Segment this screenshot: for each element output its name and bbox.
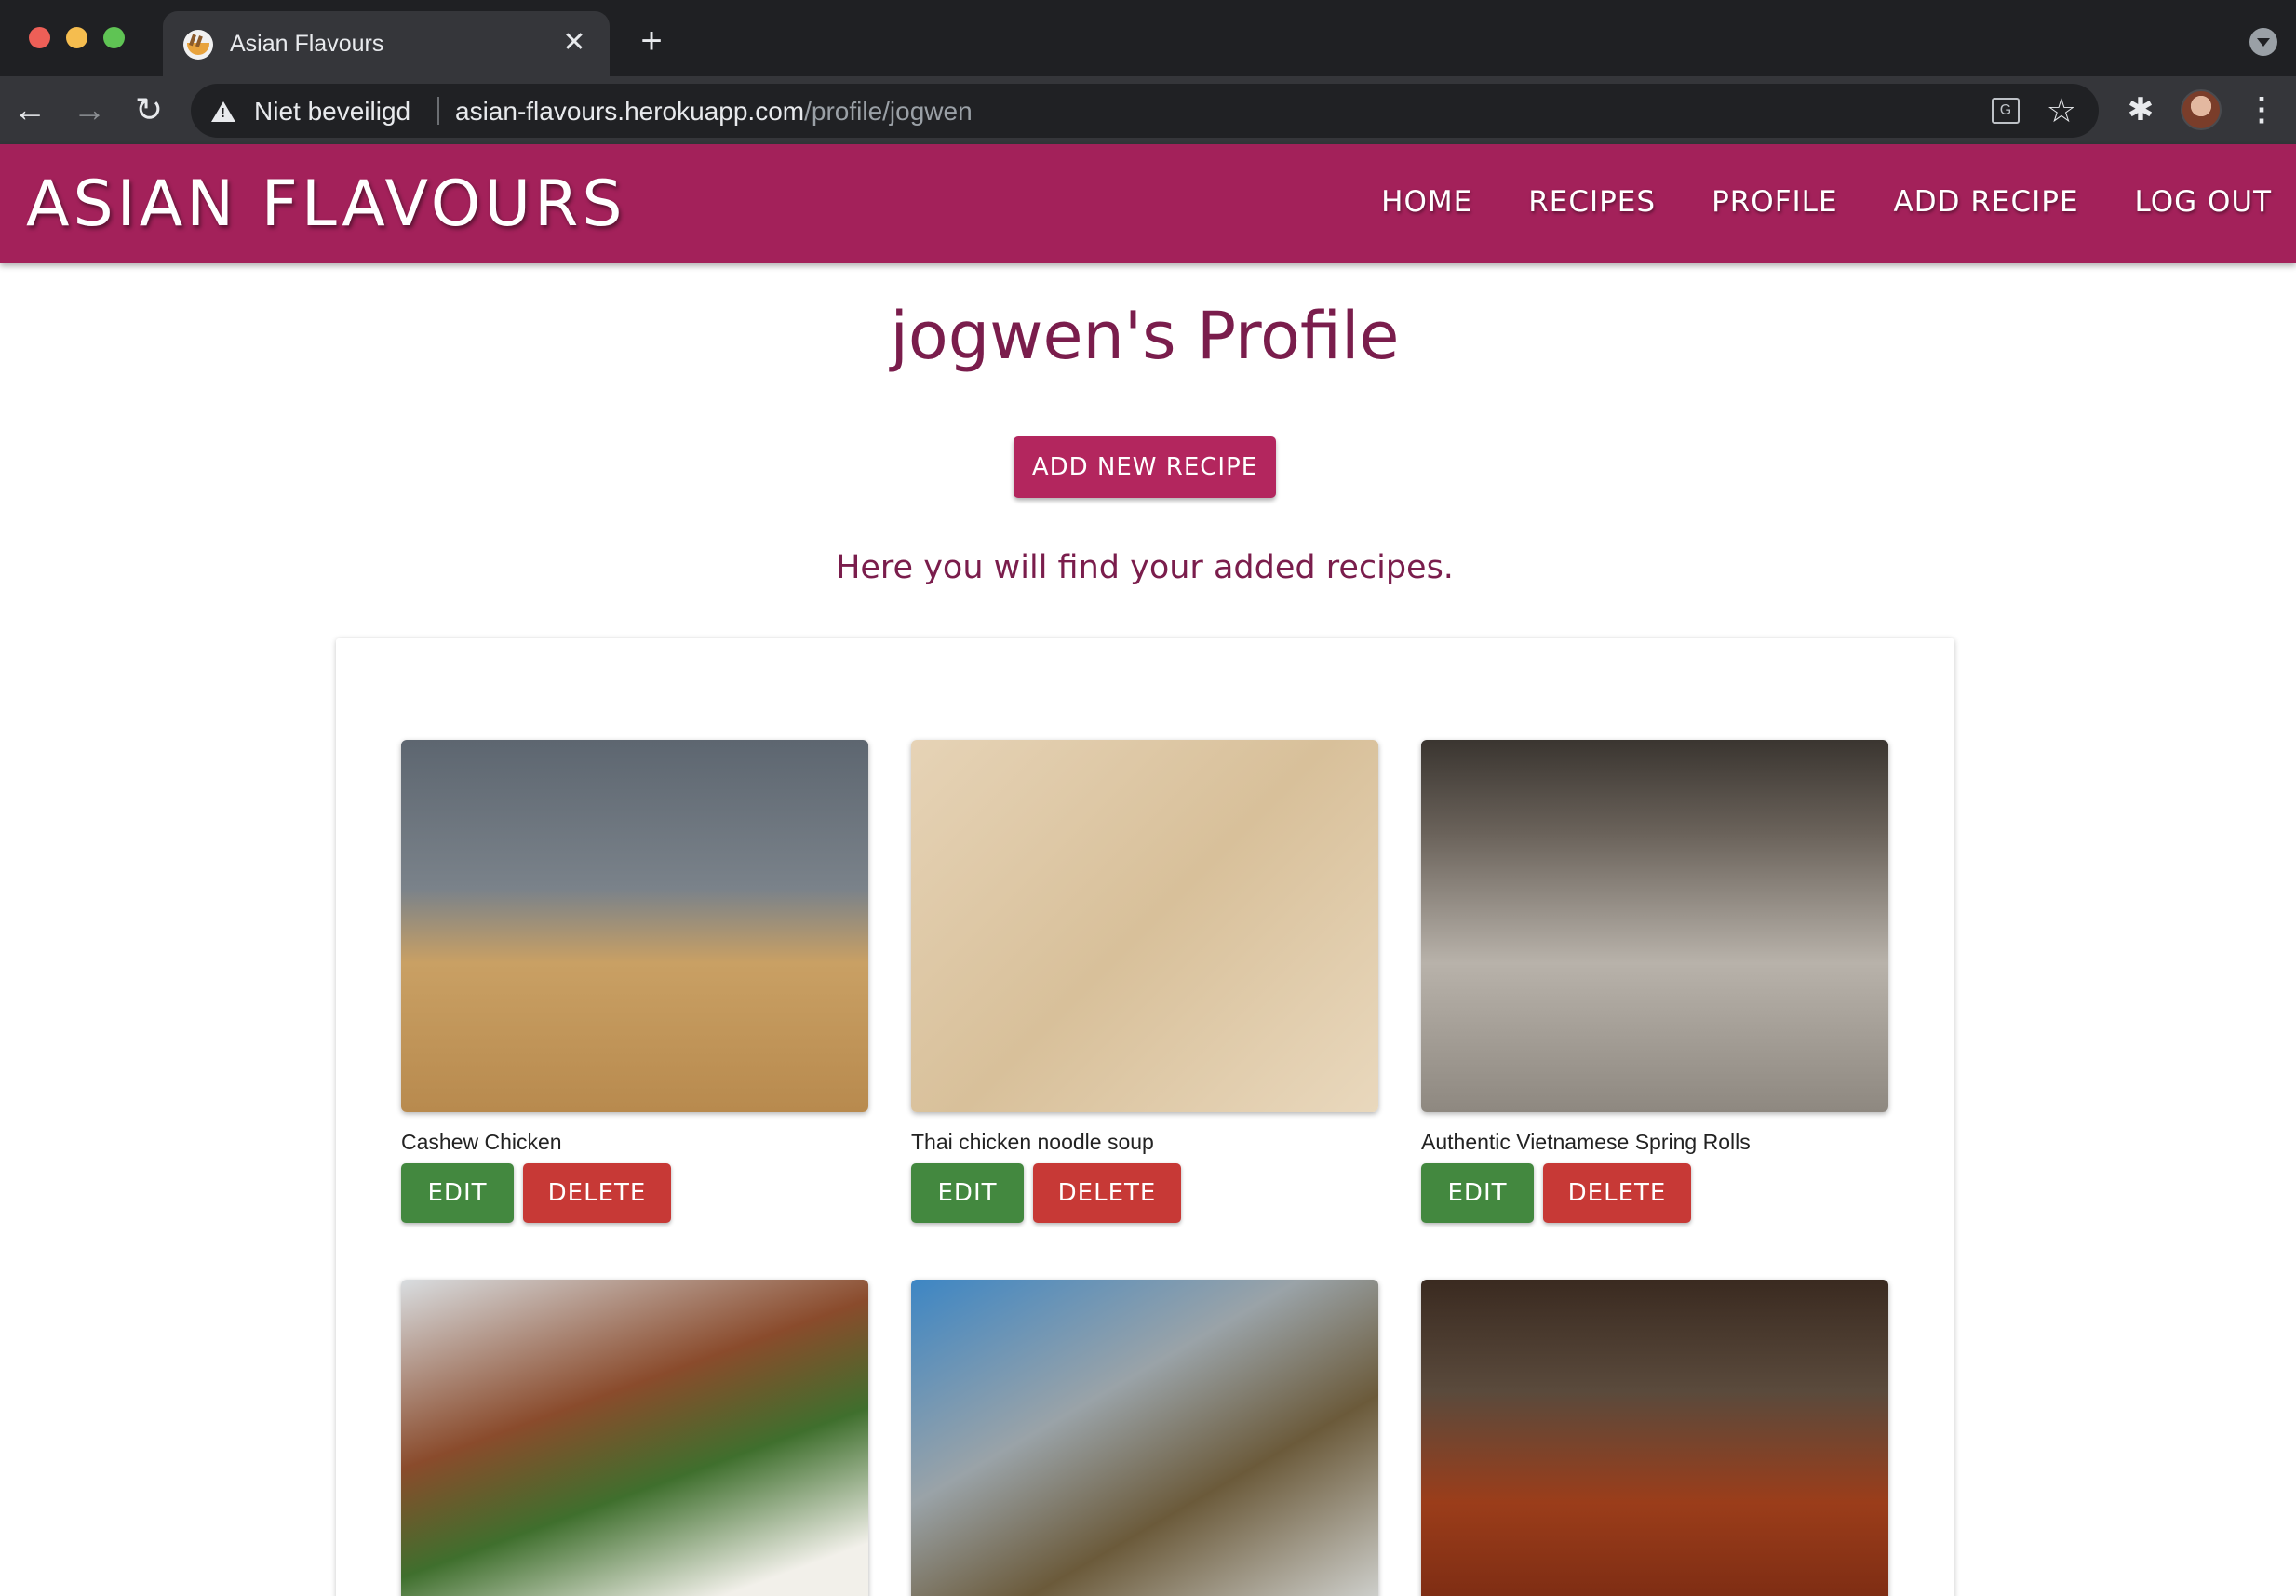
recipe-image[interactable]	[911, 1280, 1378, 1596]
window-maximize-button[interactable]	[103, 27, 125, 48]
avatar[interactable]	[2181, 89, 2222, 130]
nav-home[interactable]: HOME	[1381, 185, 1472, 219]
url-text[interactable]: asian-flavours.herokuapp.com/profile/jog…	[455, 97, 973, 127]
address-separator	[437, 97, 439, 125]
reload-icon[interactable]: ↻	[130, 91, 168, 128]
add-new-recipe-button[interactable]: ADD NEW RECIPE	[1014, 436, 1276, 498]
recipe-name: Authentic Vietnamese Spring Rolls	[1421, 1130, 1751, 1154]
window-minimize-button[interactable]	[66, 27, 87, 48]
recipe-name: Thai chicken noodle soup	[911, 1130, 1154, 1154]
warning-icon	[211, 101, 235, 122]
star-icon[interactable]: ☆	[2047, 91, 2076, 130]
back-arrow-icon[interactable]: ←	[11, 91, 48, 128]
delete-button[interactable]: DELETE	[1033, 1163, 1181, 1223]
tab-title: Asian Flavours	[230, 31, 384, 57]
page-title: jogwen's Profile	[890, 298, 1400, 374]
tab-search-icon[interactable]	[2249, 28, 2277, 56]
recipe-image[interactable]	[401, 740, 868, 1112]
edit-button[interactable]: EDIT	[401, 1163, 514, 1223]
url-path: /profile/jogwen	[804, 97, 973, 126]
nav-add-recipe[interactable]: ADD RECIPE	[1894, 185, 2079, 219]
forward-arrow-icon[interactable]: →	[71, 91, 108, 128]
close-icon[interactable]: ✕	[557, 26, 591, 60]
recipe-image[interactable]	[911, 740, 1378, 1112]
recipes-panel: Cashew Chicken EDIT DELETE Thai chicken …	[336, 638, 1954, 1596]
extensions-icon[interactable]: ✱	[2122, 91, 2159, 128]
translate-icon[interactable]: G	[1992, 98, 2020, 124]
url-host: asian-flavours.herokuapp.com	[455, 97, 805, 126]
noodle-bowl-icon	[183, 30, 213, 60]
browser-tab-bar: Asian Flavours ✕ +	[0, 0, 2296, 76]
nav-links: HOME RECIPES PROFILE ADD RECIPE LOG OUT	[1381, 185, 2272, 219]
browser-toolbar: ← → ↻ Niet beveiligd asian-flavours.hero…	[0, 76, 2296, 144]
recipe-image[interactable]	[1421, 740, 1888, 1112]
intro-text: Here you will find your added recipes.	[836, 549, 1454, 586]
security-label[interactable]: Niet beveiligd	[254, 97, 410, 127]
brand-logo[interactable]: ASIAN FLAVOURS	[26, 168, 626, 241]
nav-profile[interactable]: PROFILE	[1712, 185, 1837, 219]
address-bar[interactable]: Niet beveiligd asian-flavours.herokuapp.…	[191, 84, 2099, 138]
edit-button[interactable]: EDIT	[911, 1163, 1024, 1223]
new-tab-button[interactable]: +	[633, 22, 670, 60]
menu-dots-icon[interactable]: ⋮	[2243, 91, 2280, 128]
nav-recipes[interactable]: RECIPES	[1528, 185, 1656, 219]
nav-log-out[interactable]: LOG OUT	[2135, 185, 2272, 219]
edit-button[interactable]: EDIT	[1421, 1163, 1534, 1223]
browser-tab[interactable]: Asian Flavours ✕	[163, 11, 610, 76]
delete-button[interactable]: DELETE	[523, 1163, 671, 1223]
recipe-name: Cashew Chicken	[401, 1130, 562, 1154]
delete-button[interactable]: DELETE	[1543, 1163, 1691, 1223]
recipe-image[interactable]	[401, 1280, 868, 1596]
site-navbar: ASIAN FLAVOURS HOME RECIPES PROFILE ADD …	[0, 144, 2296, 263]
window-close-button[interactable]	[29, 27, 50, 48]
recipe-image[interactable]	[1421, 1280, 1888, 1596]
